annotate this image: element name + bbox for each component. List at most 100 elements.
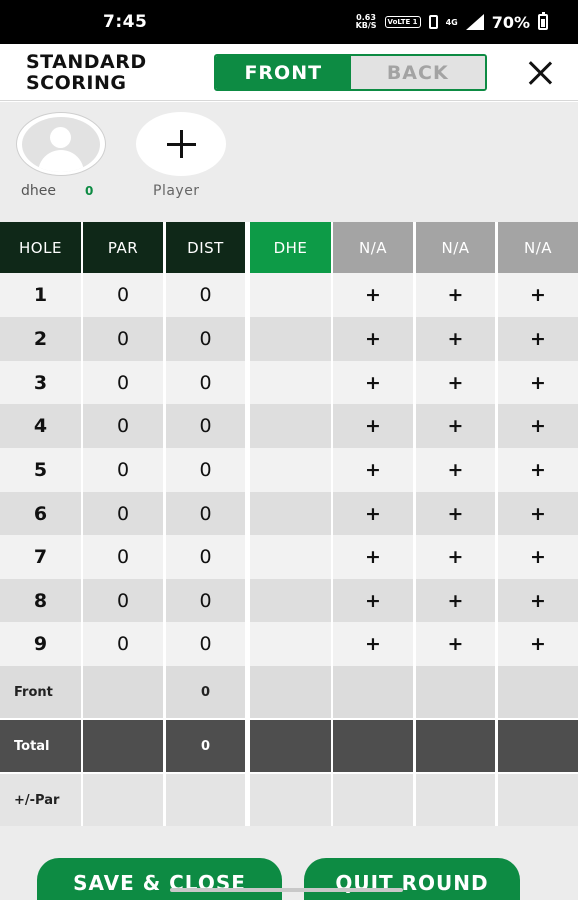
- add-player-button[interactable]: [136, 112, 226, 176]
- home-indicator[interactable]: [170, 888, 403, 892]
- close-icon[interactable]: [526, 59, 554, 87]
- hole-par[interactable]: 0: [83, 622, 163, 666]
- add-score-button[interactable]: +: [333, 448, 413, 492]
- hole-dist[interactable]: 0: [166, 361, 245, 404]
- add-score-button[interactable]: +: [416, 535, 495, 579]
- header-player-dhe[interactable]: DHE: [250, 222, 331, 273]
- add-score-button[interactable]: +: [416, 492, 495, 535]
- score-cell-dhe[interactable]: [250, 404, 331, 448]
- total-score-slot-4: [498, 720, 578, 772]
- signal-4g-label: 4G: [445, 17, 458, 27]
- header-player-slot-2[interactable]: N/A: [333, 222, 413, 273]
- hole-par[interactable]: 0: [83, 404, 163, 448]
- hole-par[interactable]: 0: [83, 361, 163, 404]
- par-diff-slot-2: [333, 774, 413, 826]
- player-score: 0: [85, 184, 94, 198]
- add-score-button[interactable]: +: [333, 535, 413, 579]
- add-score-button[interactable]: +: [498, 361, 578, 404]
- tab-front[interactable]: FRONT: [216, 56, 351, 89]
- add-score-button[interactable]: +: [333, 317, 413, 361]
- add-score-button[interactable]: +: [333, 404, 413, 448]
- add-score-button[interactable]: +: [333, 622, 413, 666]
- add-score-button[interactable]: +: [416, 448, 495, 492]
- hole-par[interactable]: 0: [83, 317, 163, 361]
- nine-selector: FRONT BACK: [214, 54, 487, 91]
- table-row: 5 0 0 + + +: [0, 448, 578, 492]
- add-score-button[interactable]: +: [333, 273, 413, 317]
- tab-back[interactable]: BACK: [350, 56, 485, 89]
- score-cell-dhe[interactable]: [250, 579, 331, 622]
- add-score-button[interactable]: +: [416, 579, 495, 622]
- table-row: 2 0 0 + + +: [0, 317, 578, 361]
- hole-number: 8: [0, 579, 81, 622]
- hole-dist[interactable]: 0: [166, 317, 245, 361]
- battery-percent: 70%: [491, 12, 530, 32]
- hole-dist[interactable]: 0: [166, 448, 245, 492]
- hole-dist[interactable]: 0: [166, 622, 245, 666]
- hole-par[interactable]: 0: [83, 448, 163, 492]
- app-header: STANDARD SCORING FRONT BACK: [0, 44, 578, 101]
- score-cell-dhe[interactable]: [250, 361, 331, 404]
- hole-par[interactable]: 0: [83, 492, 163, 535]
- add-score-button[interactable]: +: [498, 492, 578, 535]
- header-player-slot-3[interactable]: N/A: [416, 222, 495, 273]
- network-speed: 0.63 KB/S: [356, 14, 377, 30]
- bottom-bar: SAVE & CLOSE QUIT ROUND: [0, 826, 578, 900]
- score-cell-dhe[interactable]: [250, 535, 331, 579]
- add-score-button[interactable]: +: [333, 361, 413, 404]
- add-score-button[interactable]: +: [416, 317, 495, 361]
- score-cell-dhe[interactable]: [250, 448, 331, 492]
- hole-dist[interactable]: 0: [166, 535, 245, 579]
- total-dist: 0: [166, 720, 245, 772]
- hole-par[interactable]: 0: [83, 273, 163, 317]
- hole-par[interactable]: 0: [83, 535, 163, 579]
- player-avatar[interactable]: [16, 112, 106, 176]
- total-score-slot-3: [416, 720, 495, 772]
- page-title-line1: STANDARD: [26, 51, 147, 73]
- header-player-slot-4[interactable]: N/A: [498, 222, 578, 273]
- hole-dist[interactable]: 0: [166, 492, 245, 535]
- add-score-button[interactable]: +: [498, 317, 578, 361]
- quit-round-button[interactable]: QUIT ROUND: [304, 858, 520, 900]
- signal-strength-icon: [465, 14, 484, 30]
- front-score-slot-4: [498, 666, 578, 718]
- add-score-button[interactable]: +: [498, 579, 578, 622]
- person-icon-body: [38, 150, 84, 172]
- person-icon: [22, 117, 100, 172]
- add-score-button[interactable]: +: [498, 622, 578, 666]
- front-par: [83, 666, 163, 718]
- add-score-button[interactable]: +: [333, 492, 413, 535]
- page-title: STANDARD SCORING: [26, 52, 147, 94]
- header-par: PAR: [83, 222, 163, 273]
- add-score-button[interactable]: +: [498, 404, 578, 448]
- add-score-button[interactable]: +: [333, 579, 413, 622]
- header-dist: DIST: [166, 222, 245, 273]
- hole-dist[interactable]: 0: [166, 273, 245, 317]
- page-title-line2: SCORING: [26, 72, 127, 94]
- table-row: 4 0 0 + + +: [0, 404, 578, 448]
- hole-dist[interactable]: 0: [166, 404, 245, 448]
- score-cell-dhe[interactable]: [250, 622, 331, 666]
- par-diff-label: +/-Par: [0, 774, 81, 826]
- add-score-button[interactable]: +: [416, 622, 495, 666]
- add-score-button[interactable]: +: [416, 404, 495, 448]
- hole-number: 4: [0, 404, 81, 448]
- add-score-button[interactable]: +: [416, 361, 495, 404]
- front-dist: 0: [166, 666, 245, 718]
- score-cell-dhe[interactable]: [250, 273, 331, 317]
- table-row: 7 0 0 + + +: [0, 535, 578, 579]
- hole-number: 3: [0, 361, 81, 404]
- add-score-button[interactable]: +: [498, 273, 578, 317]
- par-diff-dhe: [250, 774, 331, 826]
- hole-dist[interactable]: 0: [166, 579, 245, 622]
- score-cell-dhe[interactable]: [250, 317, 331, 361]
- par-diff-par: [83, 774, 163, 826]
- add-score-button[interactable]: +: [498, 448, 578, 492]
- add-score-button[interactable]: +: [416, 273, 495, 317]
- table-row: 8 0 0 + + +: [0, 579, 578, 622]
- add-score-button[interactable]: +: [498, 535, 578, 579]
- total-score-slot-2: [333, 720, 413, 772]
- score-cell-dhe[interactable]: [250, 492, 331, 535]
- hole-par[interactable]: 0: [83, 579, 163, 622]
- save-close-button[interactable]: SAVE & CLOSE: [37, 858, 282, 900]
